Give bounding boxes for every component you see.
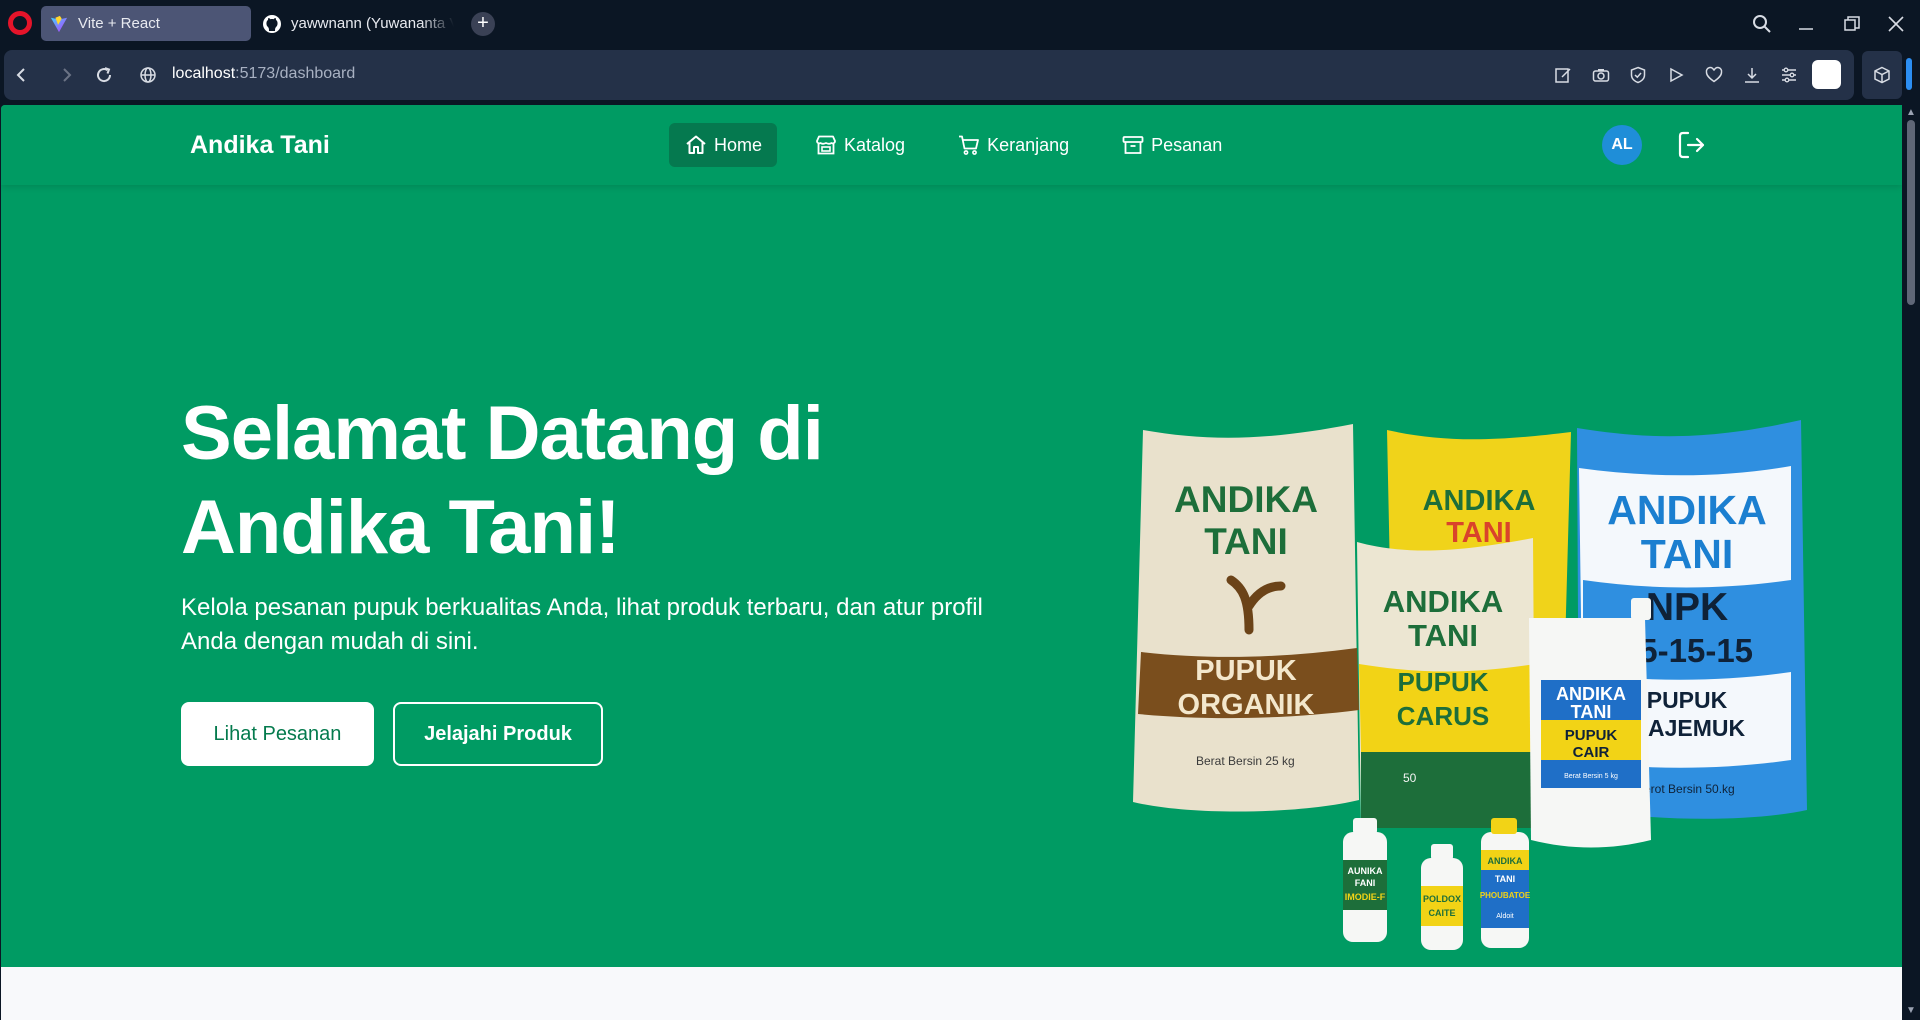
tab-title: yawwnann (Yuwananta Val bbox=[291, 15, 454, 32]
nav-item-label: Katalog bbox=[844, 134, 906, 155]
hero-title-line2: Andika Tani! bbox=[181, 485, 620, 570]
opera-logo-icon[interactable] bbox=[8, 11, 32, 35]
site-brand[interactable]: Andika Tani bbox=[190, 131, 330, 160]
bag-npk-name3: PUPUK bbox=[1647, 687, 1728, 713]
bottle2-line1: POLDOX bbox=[1423, 894, 1461, 904]
scroll-up-icon[interactable]: ▲ bbox=[1905, 108, 1917, 118]
restore-icon[interactable] bbox=[1838, 10, 1866, 38]
url-field[interactable]: localhost:5173/dashboard bbox=[172, 65, 355, 83]
hero-subtitle: Kelola pesanan pupuk berkualitas Anda, l… bbox=[181, 594, 983, 655]
jerrycan-brand2: TANI bbox=[1571, 702, 1612, 722]
jerrycan-name2: CAIR bbox=[1573, 744, 1610, 761]
bottle2-line2: CAITE bbox=[1429, 908, 1456, 918]
explore-products-button[interactable]: Jelajahi Produk bbox=[393, 702, 603, 766]
back-icon[interactable] bbox=[8, 61, 36, 89]
easy-setup-icon[interactable] bbox=[1775, 61, 1803, 89]
url-path: :5173/dashboard bbox=[235, 65, 356, 82]
nav-item-label: Home bbox=[714, 134, 763, 155]
player-icon[interactable] bbox=[1662, 61, 1690, 89]
github-icon bbox=[262, 14, 282, 34]
forward-icon[interactable] bbox=[52, 61, 80, 89]
bottle1-line1: AUNIKA bbox=[1348, 866, 1383, 876]
bottle-phoubatoe: ANDIKA TANI PHOUBATOE Aldoit bbox=[1480, 818, 1531, 948]
sidebar-toggle[interactable] bbox=[1906, 58, 1912, 90]
bag-organik-name2: ORGANIK bbox=[1178, 689, 1315, 721]
bag-carus-name2: CARUS bbox=[1397, 701, 1489, 731]
bag-npk-brand2: TANI bbox=[1641, 531, 1734, 577]
close-window-icon[interactable] bbox=[1882, 10, 1910, 38]
bag-organik-brand2: TANI bbox=[1204, 521, 1288, 562]
archive-icon bbox=[1121, 133, 1145, 157]
vite-icon bbox=[49, 14, 69, 34]
bag-carus-brand2: TANI bbox=[1408, 618, 1478, 653]
user-avatar[interactable]: AL bbox=[1602, 125, 1642, 165]
bag-organik-weight: Berat Bersin 25 kg bbox=[1196, 754, 1295, 768]
nav-item-label: Pesanan bbox=[1151, 134, 1223, 155]
reload-icon[interactable] bbox=[90, 61, 118, 89]
store-icon bbox=[814, 133, 838, 157]
nav-item-home[interactable]: Home bbox=[669, 123, 778, 167]
site-info-icon[interactable] bbox=[134, 61, 162, 89]
bottle3-line2: TANI bbox=[1495, 874, 1515, 884]
bag-organik-name1: PUPUK bbox=[1195, 655, 1297, 687]
minimize-icon[interactable] bbox=[1792, 10, 1820, 38]
url-host: localhost bbox=[172, 65, 236, 82]
bag-npk-weight: Berot Bersin 50.kg bbox=[1636, 782, 1735, 796]
nav-item-pesanan[interactable]: Pesanan bbox=[1106, 123, 1237, 167]
bag-organik-brand1: ANDIKA bbox=[1174, 479, 1318, 520]
profile-icon[interactable] bbox=[1812, 60, 1841, 89]
nav-item-keranjang[interactable]: Keranjang bbox=[942, 123, 1084, 167]
browser-toolbar: localhost:5173/dashboard bbox=[0, 50, 1920, 100]
bag-carus-name1: PUPUK bbox=[1397, 667, 1488, 697]
bottle3-line3: PHOUBATOE bbox=[1480, 891, 1531, 900]
logout-icon[interactable] bbox=[1675, 129, 1707, 161]
jerrycan-brand1: ANDIKA bbox=[1556, 684, 1626, 704]
bottle3-line1: ANDIKA bbox=[1488, 856, 1523, 866]
new-tab-button[interactable]: + bbox=[471, 12, 495, 36]
download-icon[interactable] bbox=[1738, 61, 1766, 89]
cart-icon bbox=[957, 133, 981, 157]
bag-npk-brand1: ANDIKA bbox=[1607, 487, 1766, 533]
heart-icon[interactable] bbox=[1700, 61, 1728, 89]
nav-item-label: Keranjang bbox=[987, 134, 1070, 155]
tab-title: Vite + React bbox=[78, 15, 160, 32]
bottle-imodie: AUNIKA FANI IMODIE-F bbox=[1343, 818, 1387, 942]
jerrycan-name1: PUPUK bbox=[1565, 727, 1618, 744]
product-hero-image: ANDIKA TANI PUPUK ORGANIK Berat Bersin 2… bbox=[1133, 420, 1807, 950]
jerrycan-pupuk-cair: ANDIKA TANI PUPUK CAIR Berat Bersin 5 kg bbox=[1529, 598, 1651, 848]
hero-title-line1: Selamat Datang di bbox=[181, 391, 824, 476]
site-header: Andika Tani Home Katalog Keranjang Pesan… bbox=[1, 105, 1902, 185]
camera-icon[interactable] bbox=[1587, 61, 1615, 89]
tab-vite-react[interactable]: Vite + React bbox=[41, 6, 251, 41]
shield-icon[interactable] bbox=[1624, 61, 1652, 89]
extensions-icon[interactable] bbox=[1862, 51, 1902, 99]
home-icon bbox=[684, 133, 708, 157]
bottle-poldox: POLDOX CAITE bbox=[1421, 844, 1463, 950]
edit-page-icon[interactable] bbox=[1549, 61, 1577, 89]
bag-pupuk-carus: ANDIKA TANI PUPUK CARUS 50 bbox=[1357, 538, 1535, 828]
bag-yellow-brand1: ANDIKA bbox=[1423, 485, 1536, 517]
tab-github[interactable]: yawwnann (Yuwananta Val bbox=[254, 6, 454, 41]
page-viewport: Andika Tani Home Katalog Keranjang Pesan… bbox=[1, 105, 1902, 1020]
bag-carus-weight: 50 bbox=[1403, 771, 1417, 785]
next-section bbox=[1, 967, 1902, 1020]
search-tabs-icon[interactable] bbox=[1748, 10, 1776, 38]
jerrycan-weight: Berat Bersin 5 kg bbox=[1564, 773, 1618, 780]
bottle3-line4: Aldoit bbox=[1496, 913, 1514, 920]
bag-npk-name1: NPK bbox=[1646, 586, 1728, 629]
bottle1-line3: IMODIE-F bbox=[1345, 892, 1386, 902]
main-nav: Home Katalog Keranjang Pesanan bbox=[669, 123, 1237, 167]
bag-pupuk-organik: ANDIKA TANI PUPUK ORGANIK Berat Bersin 2… bbox=[1133, 424, 1359, 812]
scroll-down-icon[interactable]: ▼ bbox=[1905, 1006, 1917, 1016]
browser-tab-bar: Vite + React yawwnann (Yuwananta Val + bbox=[0, 0, 1920, 46]
bottle1-line2: FANI bbox=[1355, 878, 1376, 888]
hero-title: Selamat Datang di Andika Tani! bbox=[181, 387, 1081, 575]
scrollbar-thumb[interactable] bbox=[1907, 120, 1915, 305]
bag-carus-brand1: ANDIKA bbox=[1383, 584, 1504, 619]
nav-item-katalog[interactable]: Katalog bbox=[799, 123, 920, 167]
view-orders-button[interactable]: Lihat Pesanan bbox=[181, 702, 374, 766]
